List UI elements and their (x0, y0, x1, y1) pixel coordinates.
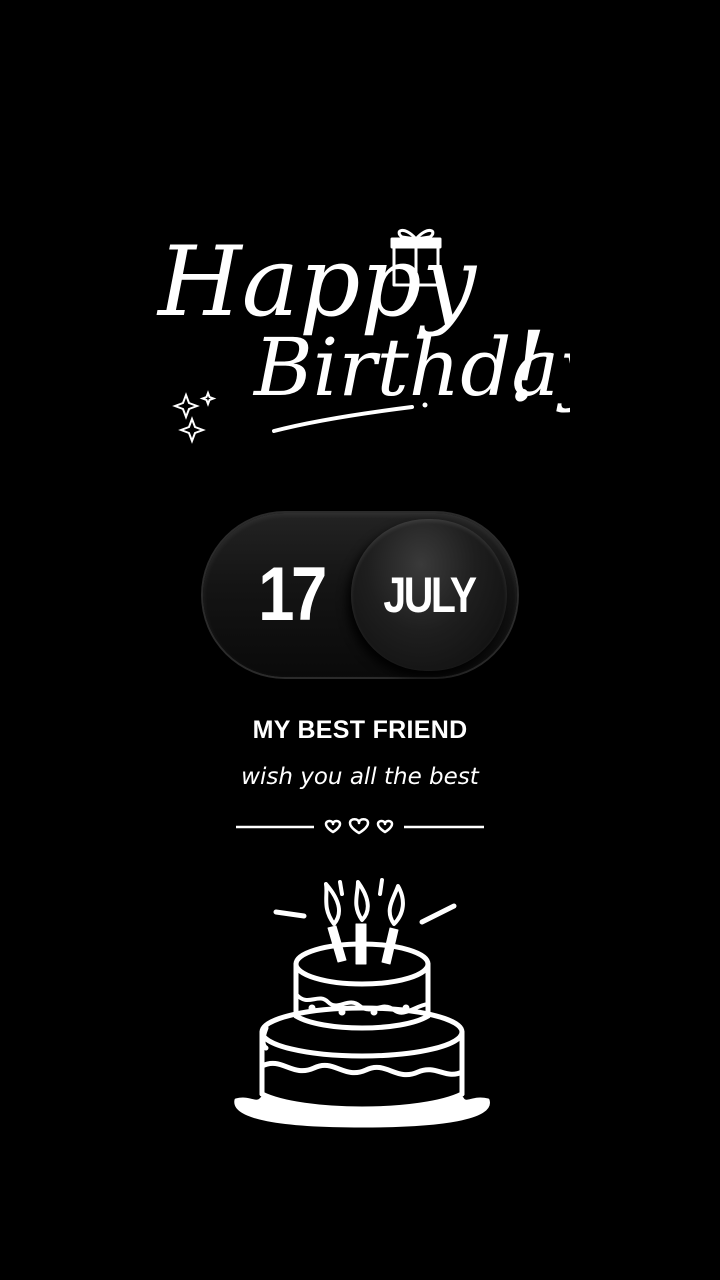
greeting-exclamation: ! (508, 311, 547, 423)
underline-dot (422, 402, 428, 408)
date-month: JULY (383, 567, 477, 623)
heart-divider (236, 818, 484, 835)
hearts-icon (324, 818, 394, 835)
happy-birthday-title: Happy Birthday ! (156, 226, 570, 444)
date-toggle: 17 JULY (203, 513, 517, 677)
wish-subtitle: wish you all the best (241, 764, 479, 790)
birthday-cake-icon (234, 878, 490, 1128)
sparkles-icon (172, 390, 217, 444)
date-day: 17 (258, 552, 327, 637)
toggle-knob: JULY (351, 519, 507, 671)
dedication-heading: MY BEST FRIEND (252, 716, 468, 744)
